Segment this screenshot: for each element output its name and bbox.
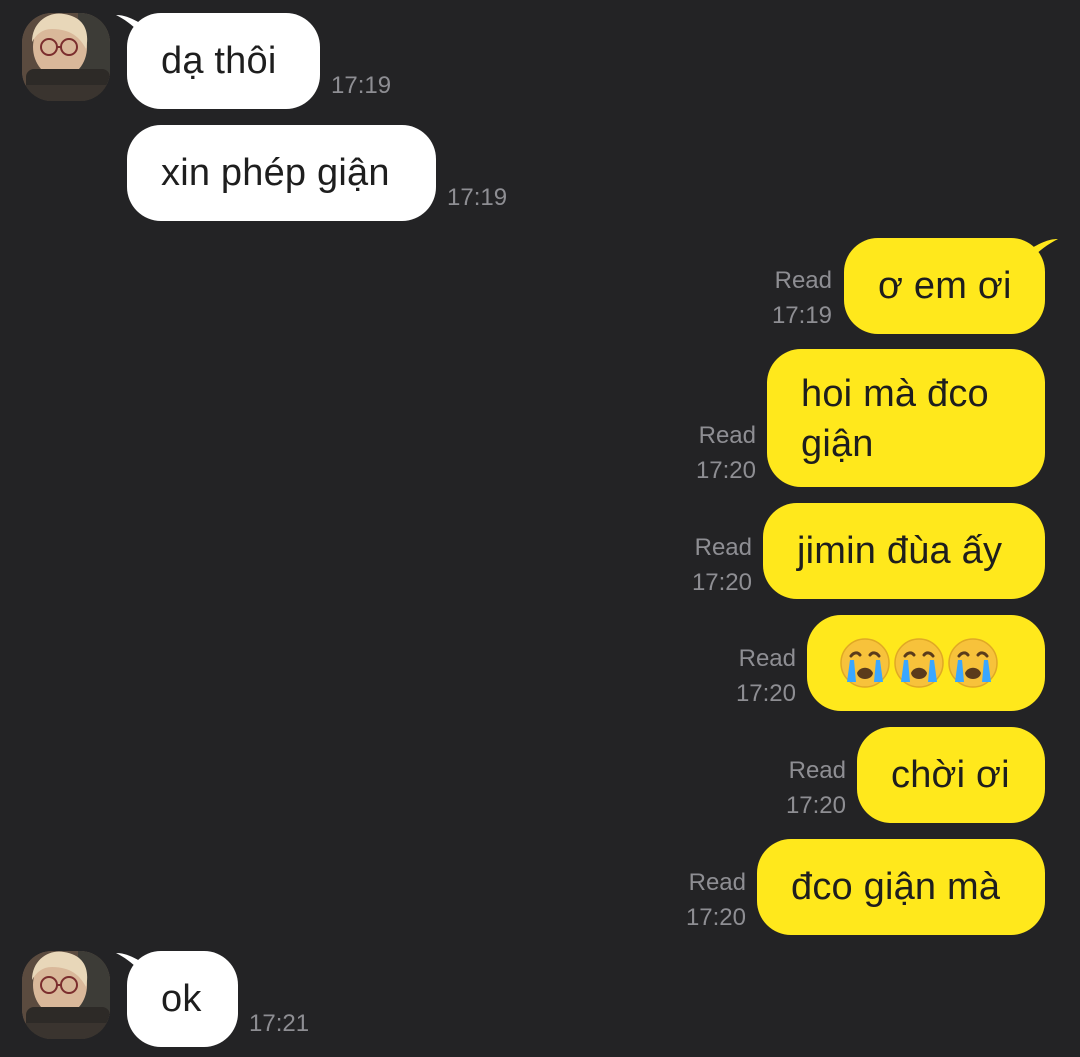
message-text: chời ơi [891,754,1010,796]
message-text: xin phép giận [161,152,390,194]
message-text: ok [161,978,202,1020]
emoji-row [839,638,1013,688]
read-receipt: Read [694,534,752,561]
message-timestamp: 17:20 [685,904,746,931]
loudly-crying-face-icon [948,638,998,688]
message-status: Read 17:20 [672,865,746,935]
contact-avatar[interactable] [22,13,110,101]
message-text: đco giận mà [791,866,1001,908]
contact-avatar[interactable] [22,951,110,1039]
message-bubble-incoming[interactable]: dạ thôi [127,13,320,109]
message-timestamp: 17:19 [447,184,508,211]
message-bubble-incoming[interactable]: ok [127,951,238,1047]
outgoing-bubble-tail [1023,239,1058,273]
profile-photo-icon [22,951,110,1039]
message-bubble-outgoing[interactable] [807,615,1045,711]
message-text: jimin đùa ấy [797,530,1003,572]
message-status: Read 17:20 [684,418,756,488]
message-text: ơ em ơi [878,265,1012,307]
read-receipt: Read [788,757,846,784]
read-receipt: Read [774,267,832,294]
message-text-line: hoi mà đco [801,373,989,415]
message-bubble-outgoing[interactable]: đco giận mà [757,839,1045,935]
message-timestamp: 17:21 [249,1010,310,1037]
read-receipt: Read [698,422,756,449]
message-text: dạ thôi [161,40,277,82]
message-text-line: giận [801,423,874,465]
message-timestamp: 17:20 [691,569,752,596]
message-status: Read 17:19 [760,263,832,333]
message-timestamp: 17:20 [785,792,846,819]
profile-photo-icon [22,13,110,101]
loudly-crying-face-icon [894,638,944,688]
message-timestamp: 17:20 [695,457,756,484]
message-timestamp: 17:19 [771,302,832,329]
message-bubble-outgoing[interactable]: jimin đùa ấy [763,503,1045,599]
message-bubble-incoming[interactable]: xin phép giận [127,125,436,221]
chat-thread: dạ thôi 17:19 xin phép giận 17:19 Read 1… [0,0,1080,1057]
message-timestamp: 17:20 [735,680,796,707]
message-bubble-outgoing[interactable]: ơ em ơi [844,238,1045,334]
message-status: Read 17:20 [678,530,752,600]
loudly-crying-face-icon [840,638,890,688]
message-status: Read 17:20 [722,641,796,711]
message-timestamp: 17:19 [331,72,392,99]
read-receipt: Read [688,869,746,896]
message-status: Read 17:20 [772,753,846,823]
message-bubble-outgoing[interactable]: hoi mà đco giận [767,349,1045,487]
read-receipt: Read [738,645,796,672]
message-bubble-outgoing[interactable]: chời ơi [857,727,1045,823]
